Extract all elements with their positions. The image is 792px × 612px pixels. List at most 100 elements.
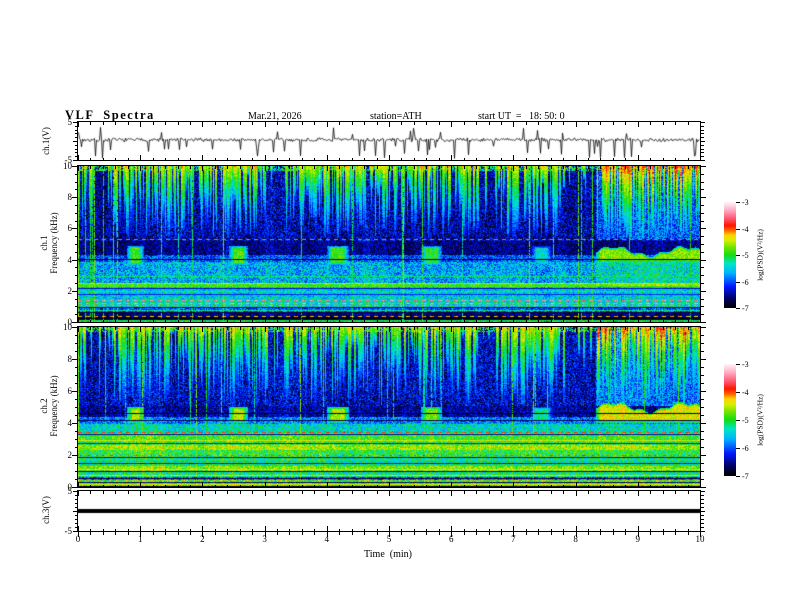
axis-tick-label: 10	[695, 534, 705, 544]
colorbar-tick-label: -5	[742, 251, 749, 260]
axis-tick	[736, 420, 740, 421]
axis-tick	[701, 149, 704, 150]
panel-ch3-voltage	[77, 490, 701, 532]
axis-tick-label: -5	[64, 526, 73, 536]
axis-tick	[701, 197, 706, 198]
axis-tick	[701, 375, 704, 376]
axis-tick	[701, 495, 704, 496]
ch1-voltage-axis-label: ch.1(V)	[41, 127, 51, 155]
axis-tick	[701, 499, 704, 500]
panel-ch2-spectrogram	[77, 326, 701, 488]
ch2-colorbar-label: log(PSD)(V²/Hz)	[755, 394, 765, 446]
axis-tick	[625, 532, 626, 535]
axis-tick	[701, 487, 706, 488]
axis-tick	[401, 532, 402, 535]
axis-tick	[701, 267, 704, 268]
axis-tick-label: 2	[200, 534, 205, 544]
axis-tick	[701, 182, 704, 183]
axis-tick	[103, 532, 104, 535]
axis-tick	[736, 202, 740, 203]
axis-tick	[90, 532, 91, 535]
axis-tick	[701, 205, 704, 206]
ch3-voltage-waveform-canvas	[78, 491, 700, 531]
axis-tick	[78, 532, 79, 537]
axis-tick	[701, 455, 706, 456]
axis-tick	[190, 532, 191, 535]
ch2-spectrogram-canvas	[78, 327, 700, 487]
axis-tick	[277, 532, 278, 535]
axis-tick	[701, 152, 704, 153]
ch2-axis-line2: Frequency (kHz)	[49, 375, 59, 437]
axis-tick-label: 2	[67, 450, 73, 460]
ch1-spectrogram-canvas	[78, 166, 700, 322]
axis-tick	[165, 532, 166, 535]
colorbar-tick-label: -6	[742, 278, 749, 287]
axis-tick	[588, 532, 589, 535]
axis-tick	[389, 532, 390, 537]
axis-tick	[701, 439, 704, 440]
axis-tick	[202, 532, 203, 537]
ch1-axis-line2: Frequency (kHz)	[49, 212, 59, 274]
colorbar-tick-label: -7	[742, 472, 749, 481]
axis-tick-label: 5	[67, 486, 73, 496]
axis-tick	[736, 448, 740, 449]
panel-ch1-spectrogram	[77, 165, 701, 323]
axis-tick	[701, 306, 704, 307]
axis-tick	[701, 283, 704, 284]
axis-tick	[701, 503, 704, 504]
ch1-colorbar-label: log(PSD)(V²/Hz)	[755, 229, 765, 281]
axis-tick	[265, 532, 266, 537]
axis-tick-label: 3	[262, 534, 267, 544]
axis-tick-label: 1	[137, 534, 143, 544]
axis-tick-label: 7	[511, 534, 516, 544]
axis-tick	[701, 122, 705, 123]
axis-tick-label: 0	[67, 317, 73, 327]
axis-tick-label: 0	[75, 534, 81, 544]
axis-tick	[736, 476, 740, 477]
axis-tick	[701, 507, 704, 508]
axis-tick	[701, 527, 704, 528]
axis-tick-label: 5	[386, 534, 392, 544]
ch2-axis-line1: ch.2	[39, 398, 49, 414]
axis-tick-label: 8	[67, 192, 73, 202]
colorbar-tick-label: -4	[742, 225, 749, 234]
axis-tick	[701, 160, 705, 161]
axis-tick	[701, 137, 704, 138]
axis-tick	[227, 532, 228, 535]
axis-tick	[701, 174, 704, 175]
axis-tick	[701, 367, 704, 368]
axis-tick	[701, 479, 704, 480]
axis-tick	[701, 519, 704, 520]
axis-tick	[576, 532, 577, 537]
axis-tick	[178, 532, 179, 535]
axis-tick	[650, 532, 651, 535]
ch2-colorbar	[724, 364, 736, 476]
axis-tick	[701, 156, 704, 157]
axis-tick	[538, 532, 539, 535]
axis-tick	[153, 532, 154, 535]
axis-tick	[501, 532, 502, 535]
ch3-voltage-axis-label: ch.3(V)	[41, 496, 51, 524]
vlf-spectra-figure: VLF Spectra Mar.21, 2026 station=ATH sta…	[0, 0, 792, 612]
axis-tick	[701, 275, 704, 276]
ch1-colorbar	[724, 202, 736, 308]
axis-tick	[115, 532, 116, 535]
axis-tick	[701, 252, 704, 253]
ch1-frequency-axis-label: ch.1 Frequency (kHz)	[39, 212, 59, 273]
axis-tick	[701, 141, 705, 142]
colorbar-tick-label: -7	[742, 304, 749, 313]
axis-tick	[451, 532, 452, 537]
axis-tick	[339, 532, 340, 535]
axis-tick	[352, 532, 353, 535]
axis-tick	[736, 392, 740, 393]
axis-tick	[701, 523, 704, 524]
axis-tick	[701, 343, 704, 344]
colorbar-tick-label: -5	[742, 416, 749, 425]
axis-tick	[701, 447, 704, 448]
axis-tick	[240, 532, 241, 535]
axis-tick-label: 0	[67, 482, 73, 492]
axis-tick	[613, 532, 614, 535]
axis-tick	[701, 145, 704, 146]
axis-tick	[701, 291, 706, 292]
axis-tick	[476, 532, 477, 535]
